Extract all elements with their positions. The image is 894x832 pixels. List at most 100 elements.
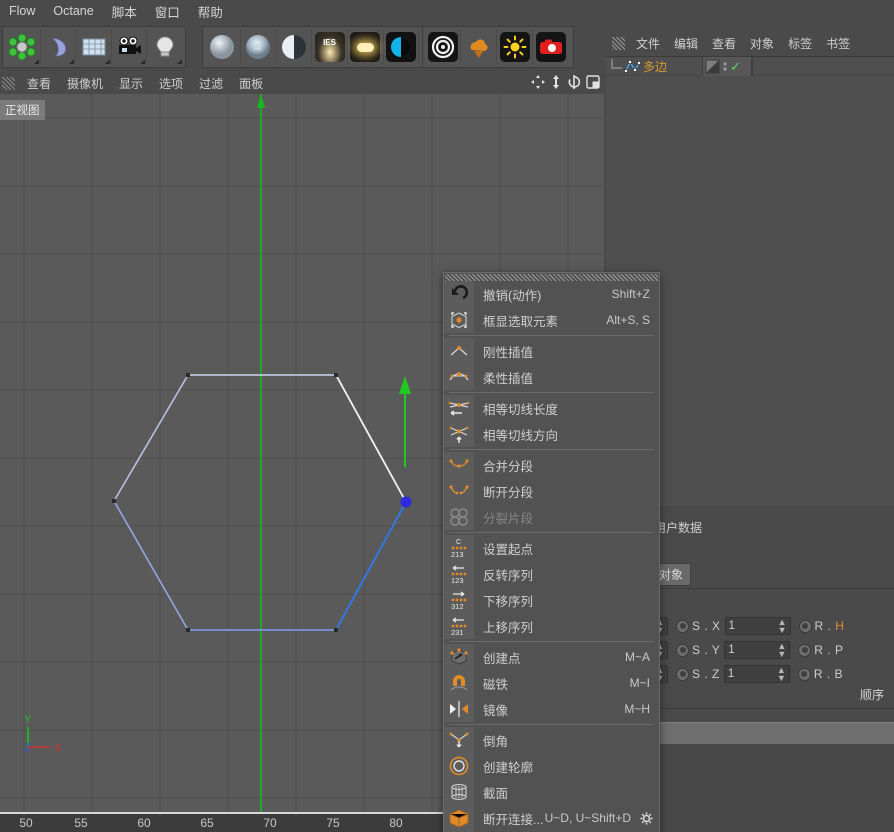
scale-x-radio[interactable] <box>676 619 689 633</box>
octane-specular-material-icon[interactable] <box>276 29 313 65</box>
octane-area-light-icon[interactable] <box>348 29 384 65</box>
viewport-menu-filter[interactable]: 过滤 <box>191 73 231 94</box>
menu-item-octane[interactable]: Octane <box>44 2 102 20</box>
scale-y-field[interactable]: 1 ▲ ▼ <box>724 641 791 659</box>
menu-item-move-down-sequence[interactable]: 312 下移序列 <box>444 587 659 613</box>
ruler-tick: 50 <box>19 816 33 830</box>
om-menu-view[interactable]: 查看 <box>705 33 743 54</box>
scale-y-label: S . Y <box>692 643 721 657</box>
menu-item-soft-interpolation[interactable]: 柔性插值 <box>444 364 659 390</box>
viewport-menu-options[interactable]: 选项 <box>151 73 191 94</box>
menu-item-equal-tangent-length[interactable]: 相等切线长度 <box>444 395 659 421</box>
octane-daylight-icon[interactable] <box>497 29 533 65</box>
menu-item-move-up-sequence[interactable]: 231 上移序列 <box>444 613 659 639</box>
viewport-label: 正视图 <box>0 100 45 120</box>
deformer-icon[interactable] <box>41 29 77 65</box>
om-menu-file[interactable]: 文件 <box>629 33 667 54</box>
light-icon[interactable] <box>147 29 183 65</box>
grid-floor-icon[interactable] <box>76 29 112 65</box>
scale-z-radio[interactable] <box>676 667 689 681</box>
axis-icon[interactable] <box>5 29 41 65</box>
spline-context-menu[interactable]: 撤销(动作) Shift+Z 框显选取元素 Alt+S, S 刚性插值 柔性插值… <box>443 272 660 832</box>
octane-glossy-material-icon[interactable] <box>241 29 277 65</box>
menu-item-frame-selection[interactable]: 框显选取元素 Alt+S, S <box>444 307 659 333</box>
menu-item-set-first-point[interactable]: C 213 设置起点 <box>444 535 659 561</box>
menu-item-join-segment[interactable]: 合并分段 <box>444 452 659 478</box>
spinner-icon[interactable]: ▲▼ <box>778 618 787 635</box>
checkmark-icon[interactable]: ✓ <box>730 60 741 73</box>
menu-item-window[interactable]: 窗口 <box>146 0 189 23</box>
viewport-menu-display[interactable]: 显示 <box>111 73 151 94</box>
set-first-point-icon: C 213 <box>444 535 474 561</box>
scale-z-field[interactable]: 1 ▲ ▼ <box>723 665 790 683</box>
menu-item-create-outline[interactable]: 创建轮廓 <box>444 753 659 779</box>
viewport-grip-icon[interactable] <box>2 76 15 90</box>
menu-item-script[interactable]: 脚本 <box>103 0 146 23</box>
maximize-icon[interactable] <box>586 75 600 89</box>
menu-item-cross-section[interactable]: 截面 <box>444 779 659 805</box>
rotation-b-radio[interactable] <box>797 667 811 681</box>
om-menu-tag[interactable]: 标签 <box>781 33 819 54</box>
menu-item-magnet[interactable]: 磁铁 M~I <box>444 670 659 696</box>
phong-tag-icon[interactable] <box>705 59 720 74</box>
object-tag-cell[interactable]: ✓ <box>702 57 752 76</box>
gear-icon[interactable] <box>640 811 659 825</box>
spinner-icon[interactable]: ▲▼ <box>777 642 786 659</box>
octane-ies-light-icon[interactable]: IES <box>312 29 348 65</box>
om-menu-bookmark[interactable]: 书签 <box>819 33 857 54</box>
om-menu-object[interactable]: 对象 <box>743 33 781 54</box>
rotation-h-radio[interactable] <box>798 619 812 633</box>
move-icon[interactable] <box>531 75 545 89</box>
disconnect-icon <box>444 805 474 831</box>
octane-diffuse-material-icon[interactable] <box>205 29 241 65</box>
scale-icon[interactable] <box>550 75 562 89</box>
object-column-divider <box>752 57 753 75</box>
menu-label: 创建点 <box>483 651 521 666</box>
object-manager-grip-icon[interactable] <box>612 36 625 50</box>
join-segment-icon <box>444 452 474 478</box>
menu-item-help[interactable]: 帮助 <box>189 0 232 23</box>
scale-y-radio[interactable] <box>676 643 689 657</box>
octane-toon-material-icon[interactable] <box>384 29 420 65</box>
om-menu-edit[interactable]: 编辑 <box>667 33 705 54</box>
menu-item-flow[interactable]: Flow <box>0 2 44 20</box>
menu-item-hard-interpolation[interactable]: 刚性插值 <box>444 338 659 364</box>
scale-x-field[interactable]: 1 ▲ ▼ <box>724 617 791 635</box>
soft-interpolation-icon <box>444 364 474 390</box>
viewport-menu-camera[interactable]: 摄像机 <box>59 73 111 94</box>
visibility-dots-icon[interactable] <box>722 59 728 74</box>
menu-item-equal-tangent-direction[interactable]: 相等切线方向 <box>444 421 659 447</box>
viewport-menu-panel[interactable]: 面板 <box>231 73 271 94</box>
spinner-icon[interactable]: ▲▼ <box>777 666 786 683</box>
octane-target-icon[interactable] <box>425 29 461 65</box>
rotation-b-label: R . B <box>813 667 844 681</box>
scale-x-value: 1 <box>728 620 735 632</box>
menu-item-create-point[interactable]: 创建点 M~A <box>444 644 659 670</box>
move-down-sequence-icon: 312 <box>444 587 474 613</box>
object-row-spline[interactable]: 多边 ✓ <box>606 57 894 76</box>
camera-icon[interactable] <box>112 29 148 65</box>
menu-label: 框显选取元素 <box>483 314 559 329</box>
menu-item-disconnect[interactable]: 断开连接... U~D, U~Shift+D <box>444 805 659 831</box>
object-manager-menubar: 文件 编辑 查看 对象 标签 书签 <box>606 32 894 54</box>
viewport-menu-view[interactable]: 查看 <box>19 73 59 94</box>
menu-item-reverse-sequence[interactable]: 123 反转序列 <box>444 561 659 587</box>
bevel-icon <box>444 727 474 753</box>
context-menu-grip[interactable] <box>445 274 658 281</box>
explode-segment-icon <box>444 504 474 530</box>
undo-icon <box>444 281 474 307</box>
rotation-h-label: R . H <box>814 619 845 633</box>
create-outline-icon <box>444 753 474 779</box>
menu-item-mirror[interactable]: 镜像 M~H <box>444 696 659 722</box>
menu-item-undo[interactable]: 撤销(动作) Shift+Z <box>444 281 659 307</box>
menu-divider <box>449 335 654 336</box>
menu-item-bevel[interactable]: 倒角 <box>444 727 659 753</box>
toolbar-group-octane-materials: IES <box>202 26 458 68</box>
viewport-nav-icons <box>531 75 600 89</box>
rotation-p-radio[interactable] <box>798 643 812 657</box>
rotate-icon[interactable] <box>567 75 581 89</box>
svg-text:231: 231 <box>451 628 464 637</box>
octane-env-icon[interactable] <box>461 29 497 65</box>
octane-render-icon[interactable] <box>533 29 569 65</box>
menu-item-break-segment[interactable]: 断开分段 <box>444 478 659 504</box>
